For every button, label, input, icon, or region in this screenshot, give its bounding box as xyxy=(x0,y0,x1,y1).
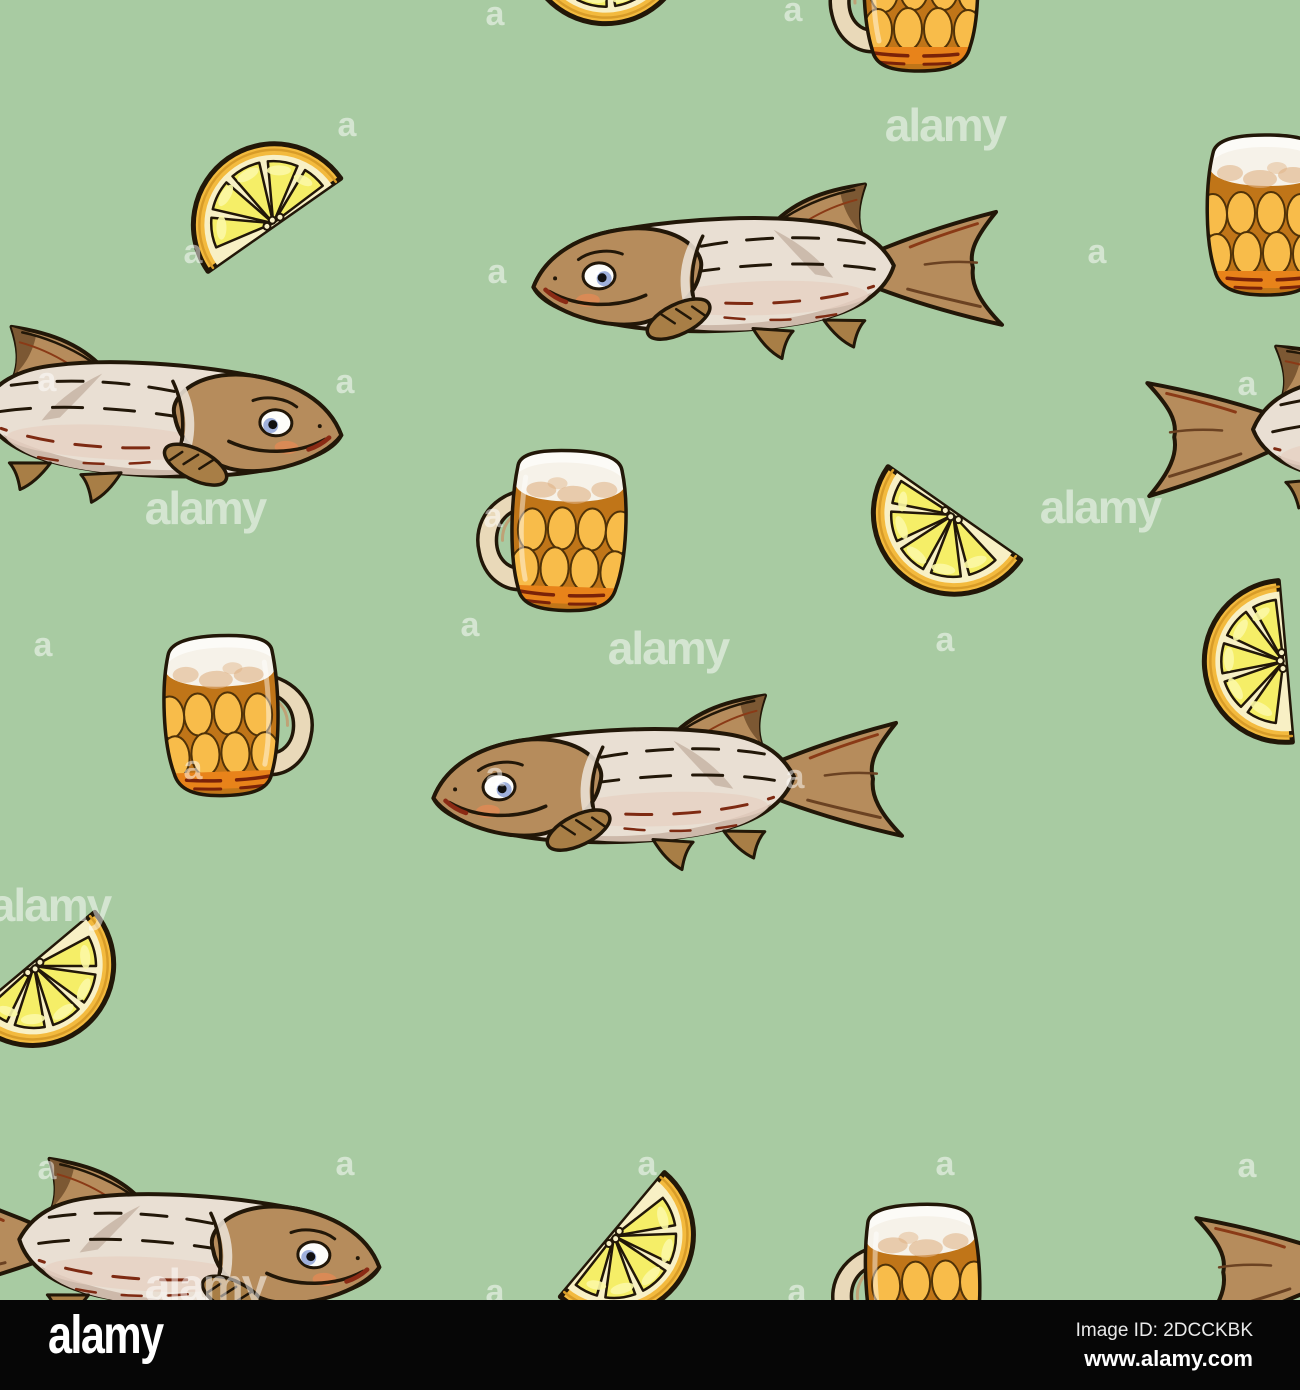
pattern-lemon xyxy=(0,912,147,1079)
watermark-letter: a xyxy=(1238,1147,1258,1185)
watermark-letter: a xyxy=(784,0,804,29)
watermark-letter: a xyxy=(336,363,356,401)
watermark-letter: a xyxy=(786,758,806,796)
watermark-letter: a xyxy=(936,1145,956,1183)
pattern-mug xyxy=(153,629,314,798)
alamy-logo: alamy xyxy=(48,1305,164,1365)
watermark-letter: a xyxy=(34,626,54,664)
pattern-canvas: a aaaaaa a aaaa aa a aa a a a aaaalamyalamy alamyal… xyxy=(0,0,1300,1390)
watermark-letter: a xyxy=(484,497,504,535)
watermark-letter: a xyxy=(1238,365,1258,403)
watermark-word: alamy xyxy=(1040,481,1163,533)
pattern-fish xyxy=(1144,335,1300,522)
watermark-letter: a xyxy=(488,253,508,291)
pattern-mug xyxy=(1199,131,1300,295)
image-id-label: Image ID: 2DCCKBK xyxy=(1075,1320,1253,1341)
pattern-lemon xyxy=(842,466,1021,626)
watermark-word: alamy xyxy=(0,879,113,931)
pattern-mug xyxy=(830,0,986,71)
footer-bar: alamy Image ID: 2DCCKBK www.alamy.com xyxy=(0,1300,1300,1390)
watermark-word: alamy xyxy=(608,622,731,674)
pattern-lemon xyxy=(1198,581,1293,749)
watermark-letter: a xyxy=(336,1145,356,1183)
watermark-letter: a xyxy=(486,0,506,33)
alamy-url: www.alamy.com xyxy=(1084,1346,1253,1371)
watermark-letter: a xyxy=(638,1145,658,1183)
watermark-letter: a xyxy=(184,233,204,271)
pattern-lemon xyxy=(518,0,686,30)
watermark-letter: a xyxy=(936,621,956,659)
watermark-letter: a xyxy=(38,361,58,399)
watermark-letter: a xyxy=(184,749,204,787)
watermark-letter: a xyxy=(486,756,506,794)
watermark-letter: a xyxy=(1088,233,1108,271)
stock-image-page: { "canvas": {"width": 1300, "height": 13… xyxy=(0,0,1300,1390)
pattern-fish xyxy=(530,180,1003,367)
watermark-letter: a xyxy=(461,606,481,644)
watermark-letter: a xyxy=(338,106,358,144)
watermark-letter: a xyxy=(38,1149,58,1187)
watermark-word: alamy xyxy=(885,99,1008,151)
watermark-word: alamy xyxy=(145,482,268,534)
